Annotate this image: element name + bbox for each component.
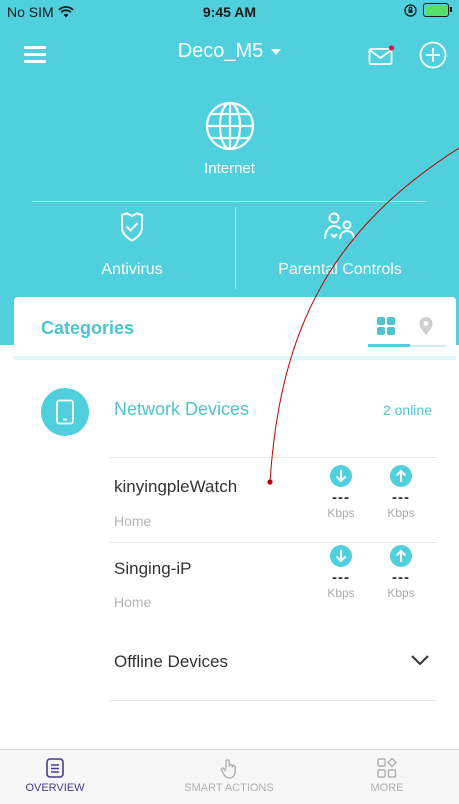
device-group: Home [114,594,152,610]
divider [32,201,427,202]
status-right [404,3,452,17]
add-icon[interactable] [418,40,448,70]
parental-controls-label: Parental Controls [278,261,402,278]
download-icon [330,465,352,487]
overview-icon [46,758,64,778]
grid-view-icon[interactable] [376,316,396,336]
upload-value: --- [392,569,410,586]
network-name: Deco_M5 [177,40,264,62]
battery-icon [423,3,452,17]
view-tab-track [410,345,446,347]
globe-icon [205,101,254,151]
internet-label: Internet [204,160,255,177]
device-group: Home [114,513,152,529]
shield-icon [121,212,143,242]
tab-label: MORE [370,782,404,794]
categories-header: Categories [14,297,456,355]
divider [109,457,437,458]
download-icon [330,545,352,567]
upload-value: --- [392,489,410,506]
antivirus-button[interactable]: Antivirus [32,212,232,279]
antivirus-label: Antivirus [101,261,163,278]
location-pin-icon[interactable] [418,316,434,336]
caret-down-icon [271,48,282,55]
download-value: --- [332,489,350,506]
view-tab-indicator [368,344,410,347]
categories-title: Categories [41,318,135,338]
status-bar: No SIM 9:45 AM [0,0,459,24]
tab-overview[interactable]: OVERVIEW [5,757,105,794]
parental-controls-button[interactable]: Parental Controls [240,212,440,279]
offline-devices-toggle[interactable]: Offline Devices [114,652,228,672]
chevron-down-icon[interactable] [410,653,430,667]
tab-label: SMART ACTIONS [184,782,274,794]
divider [109,542,437,543]
online-count: 2 online [382,402,432,418]
network-devices-title[interactable]: Network Devices [114,399,249,420]
divider [109,700,437,701]
upload-unit: Kbps [387,586,415,600]
download-value: --- [332,569,350,586]
phone-icon [41,388,89,436]
categories-card: Categories Network Devices 2 online kiny… [14,297,456,757]
internet-status[interactable]: Internet [0,100,459,177]
download-unit: Kbps [327,586,355,600]
divider [14,356,456,360]
upload-speed: --- Kbps [381,545,421,600]
hand-tap-icon [220,759,236,779]
device-name: Singing-iP [114,559,192,578]
orientation-lock-icon [404,3,417,17]
divider-vertical [235,207,236,289]
upload-speed: --- Kbps [381,465,421,520]
upload-unit: Kbps [387,506,415,520]
upload-icon [390,545,412,567]
tab-smart-actions[interactable]: SMART ACTIONS [179,757,279,794]
download-speed: --- Kbps [321,545,361,600]
download-unit: Kbps [327,506,355,520]
tab-label: OVERVIEW [25,782,85,794]
download-speed: --- Kbps [321,465,361,520]
app-header: Deco_M5 [0,36,459,72]
family-icon [324,212,355,240]
more-icon [377,757,397,778]
mail-icon[interactable] [368,45,396,67]
tab-more[interactable]: MORE [337,757,437,794]
device-name: kinyingpleWatch [114,477,238,496]
bottom-tab-bar: OVERVIEW SMART ACTIONS MORE [0,749,459,804]
upload-icon [390,465,412,487]
clock: 9:45 AM [202,4,257,20]
